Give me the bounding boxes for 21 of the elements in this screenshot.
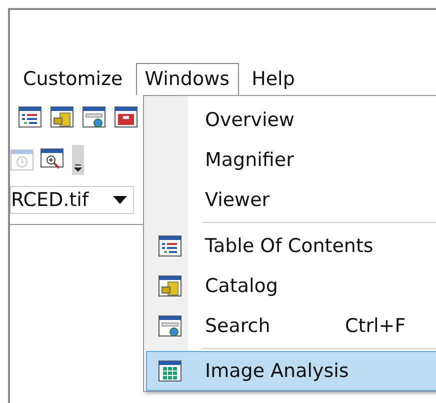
menu-entry[interactable]: Image Analysis: [146, 350, 436, 391]
search-icon[interactable]: [82, 106, 106, 128]
table-of-contents-icon[interactable]: [18, 106, 42, 128]
search-icon[interactable]: [158, 314, 182, 337]
menu-entry[interactable]: Magnifier: [146, 140, 436, 180]
toolbar-overflow-icon[interactable]: [72, 145, 84, 175]
menu-entry[interactable]: Overview: [146, 100, 436, 140]
menu-entry[interactable]: Catalog: [146, 266, 436, 306]
menu-item[interactable]: Customize: [14, 62, 132, 96]
catalog-cabinet-icon[interactable]: [158, 274, 182, 297]
toolbox-icon[interactable]: [114, 106, 138, 128]
catalog-cabinet-icon[interactable]: [50, 106, 74, 128]
menu-item[interactable]: Windows: [136, 63, 239, 95]
layer-dropdown[interactable]: RCED.tif: [10, 186, 134, 214]
menu-entry[interactable]: Search Ctrl+F: [146, 306, 436, 346]
menu-entry[interactable]: Table Of Contents: [146, 225, 436, 266]
table-of-contents-icon[interactable]: [158, 234, 182, 256]
menu-entry[interactable]: Viewer: [146, 180, 436, 220]
menu-item[interactable]: Help: [242, 62, 304, 96]
grid-window-icon[interactable]: [158, 360, 182, 382]
caret-icon: [113, 196, 127, 204]
